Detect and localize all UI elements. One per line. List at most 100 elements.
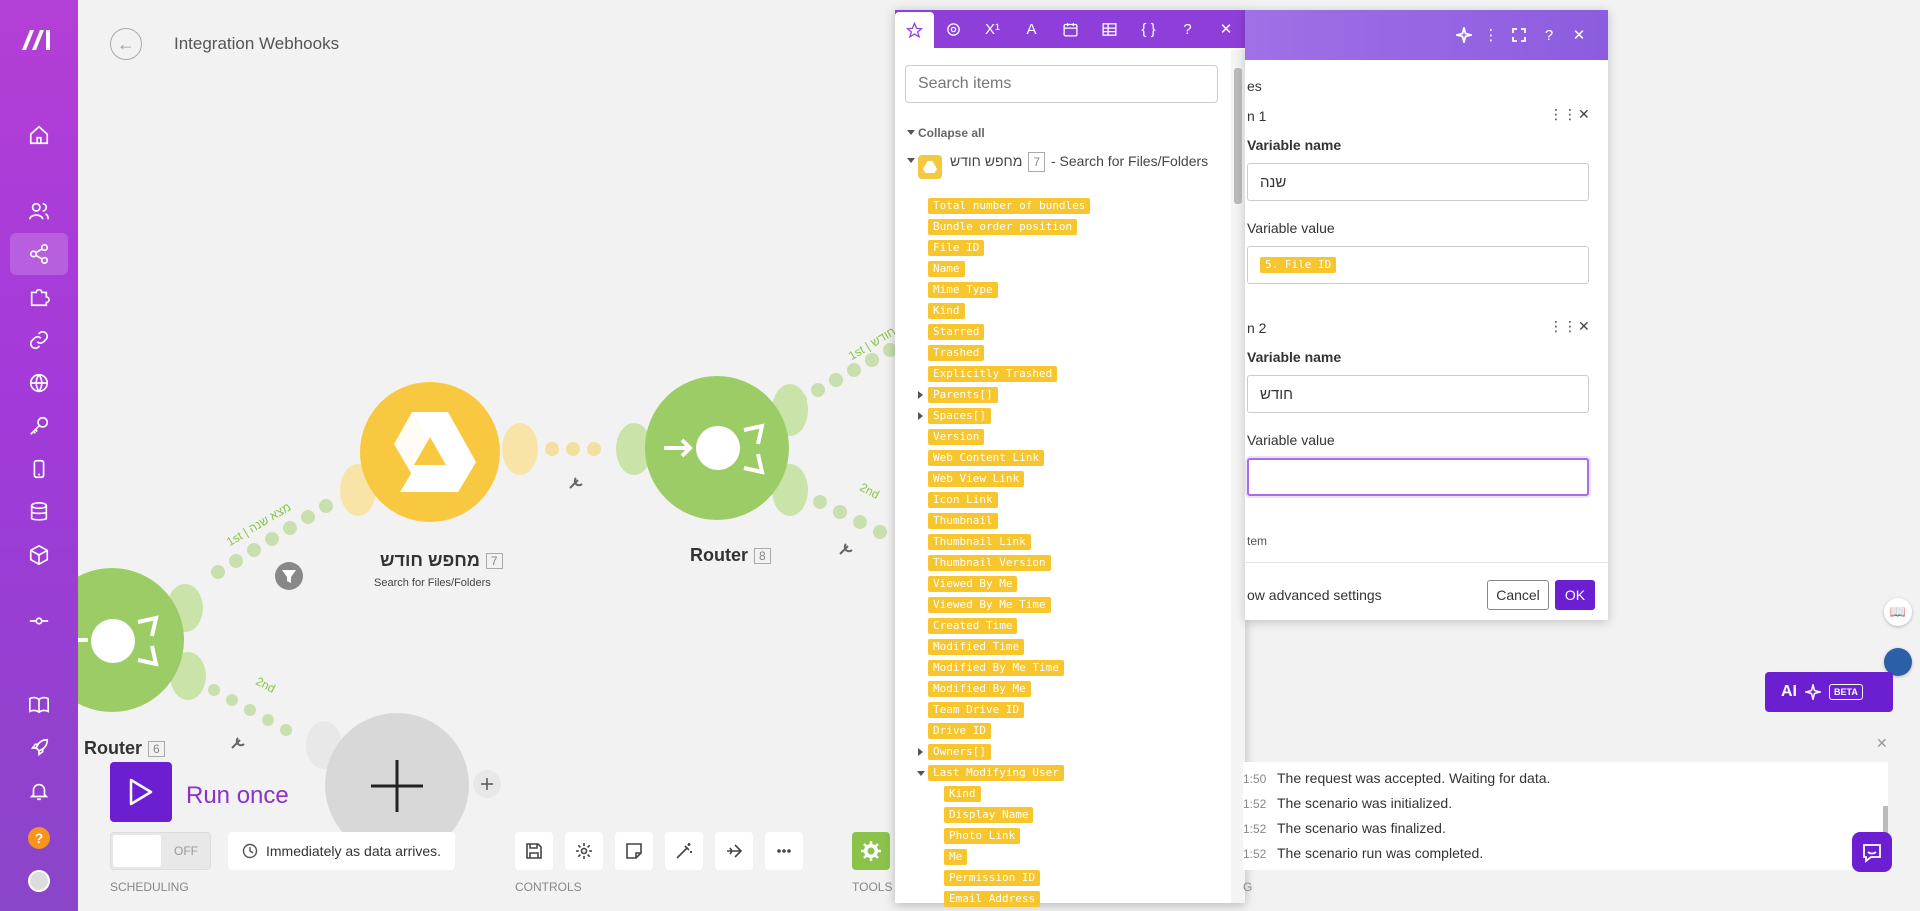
book-icon[interactable]: 📖 <box>1884 598 1912 626</box>
user-avatar[interactable] <box>28 870 50 892</box>
drag-handle-icon[interactable]: ⋮⋮ <box>1549 106 1577 123</box>
mapping-item-chip[interactable]: Last Modifying User <box>928 765 1064 781</box>
calendar-icon[interactable] <box>1051 10 1090 48</box>
text-icon[interactable]: A <box>1012 10 1051 48</box>
help-icon[interactable]: ? <box>1539 25 1559 45</box>
collapse-caret-icon[interactable] <box>917 771 925 776</box>
key-icon[interactable] <box>10 405 68 447</box>
variable-name-input-2[interactable]: חודש <box>1247 375 1589 413</box>
collapse-caret-icon[interactable] <box>907 130 915 135</box>
mapping-item-chip[interactable]: Modified By Me <box>928 681 1031 697</box>
mapping-item-chip[interactable]: Web Content Link <box>928 450 1044 466</box>
mapping-item-chip[interactable]: Thumbnail <box>928 513 998 529</box>
variable-value-input-1[interactable]: 5. File ID <box>1247 246 1589 284</box>
mapping-item-chip[interactable]: Thumbnail Version <box>928 555 1051 571</box>
mapping-item-chip[interactable]: Total number of bundles <box>928 198 1091 214</box>
mapping-item-chip[interactable]: Kind <box>928 303 965 319</box>
mapping-item-chip[interactable]: Icon Link <box>928 492 998 508</box>
chat-support-icon[interactable] <box>1852 832 1892 872</box>
expand-caret-icon[interactable] <box>918 412 923 420</box>
note-icon[interactable] <box>615 832 653 870</box>
gear-icon[interactable] <box>934 10 973 48</box>
mapping-item-chip[interactable]: File ID <box>928 240 985 256</box>
run-once-label[interactable]: Run once <box>186 782 289 810</box>
variable-name-input-1[interactable]: שנה <box>1247 163 1589 201</box>
mapping-item-chip[interactable]: Web View Link <box>928 471 1025 487</box>
mapping-item-chip[interactable]: Viewed By Me <box>928 576 1018 592</box>
puzzle-icon[interactable] <box>10 276 68 318</box>
table-icon[interactable] <box>1090 10 1129 48</box>
magic-wand-icon[interactable] <box>665 832 703 870</box>
mapping-item-chip[interactable]: Team Drive ID <box>928 702 1025 718</box>
help-icon[interactable]: ? <box>1168 10 1207 48</box>
home-icon[interactable] <box>10 114 68 156</box>
mobile-icon[interactable] <box>10 448 68 490</box>
module-group[interactable]: מחפש חודש 7- Search for Files/Folders <box>918 152 1218 179</box>
mapping-item-chip[interactable]: Owners[] <box>928 744 991 760</box>
more-icon[interactable] <box>765 832 803 870</box>
remove-item-icon[interactable]: ✕ <box>1578 318 1590 335</box>
mapping-item-chip[interactable]: Modified Time <box>928 639 1025 655</box>
kebab-menu-icon[interactable]: ⋮ <box>1481 25 1501 45</box>
mapping-subitem-chip[interactable]: Permission ID <box>944 870 1041 886</box>
mapping-subitem-chip[interactable]: Email Address <box>944 891 1041 907</box>
close-icon[interactable]: ✕ <box>1569 25 1589 45</box>
expand-caret-icon[interactable] <box>918 391 923 399</box>
scenarios-share-icon[interactable] <box>10 233 68 275</box>
mapping-item-chip[interactable]: Bundle order position <box>928 219 1078 235</box>
cancel-button[interactable]: Cancel <box>1487 580 1549 610</box>
mapping-item-chip[interactable]: Starred <box>928 324 985 340</box>
ok-button[interactable]: OK <box>1555 580 1595 610</box>
mapping-item-chip[interactable]: Explicitly Trashed <box>928 366 1058 382</box>
mapping-item-chip[interactable]: Parents[] <box>928 387 998 403</box>
mapping-item-chip[interactable]: Version <box>928 429 985 445</box>
globe-icon[interactable] <box>10 362 68 404</box>
module-caret-icon[interactable] <box>907 158 915 163</box>
mapping-item-chip[interactable]: Trashed <box>928 345 985 361</box>
mapping-item-chip[interactable]: Drive ID <box>928 723 991 739</box>
schedule-setting[interactable]: Immediately as data arrives. <box>228 832 456 870</box>
variable-value-input-2[interactable] <box>1247 458 1589 496</box>
tools-gear-icon[interactable] <box>852 832 890 870</box>
expand-icon[interactable] <box>1509 25 1529 45</box>
collapse-all-link[interactable]: Collapse all <box>918 126 985 140</box>
save-icon[interactable] <box>515 832 553 870</box>
expand-caret-icon[interactable] <box>918 748 923 756</box>
link-icon[interactable] <box>10 319 68 361</box>
mapping-item-chip[interactable]: Name <box>928 261 965 277</box>
help-icon[interactable]: ? <box>28 827 50 849</box>
remove-item-icon[interactable]: ✕ <box>1578 106 1590 123</box>
add-item-link[interactable]: tem <box>1247 534 1267 548</box>
star-icon[interactable] <box>895 12 934 48</box>
mapping-subitem-chip[interactable]: Kind <box>944 786 981 802</box>
math-superscript-icon[interactable]: X¹ <box>973 10 1012 48</box>
drag-handle-icon[interactable]: ⋮⋮ <box>1549 318 1577 335</box>
close-icon[interactable]: ✕ <box>1876 735 1888 752</box>
book-icon[interactable] <box>10 684 68 726</box>
commit-icon[interactable] <box>10 600 68 642</box>
mapping-subitem-chip[interactable]: Photo Link <box>944 828 1021 844</box>
gear-icon[interactable] <box>565 832 603 870</box>
mapping-item-chip[interactable]: Thumbnail Link <box>928 534 1031 550</box>
mapping-subitem-chip[interactable]: Me <box>944 849 968 865</box>
airplane-icon[interactable] <box>715 832 753 870</box>
users-icon[interactable] <box>10 190 68 232</box>
search-input[interactable] <box>905 65 1218 103</box>
advanced-settings-toggle[interactable]: ow advanced settings <box>1247 587 1382 603</box>
mapping-item-chip[interactable]: Mime Type <box>928 282 998 298</box>
make-logo[interactable] <box>20 26 58 52</box>
database-icon[interactable] <box>10 491 68 533</box>
mapped-value-chip[interactable]: 5. File ID <box>1260 257 1337 273</box>
mapping-item-chip[interactable]: Created Time <box>928 618 1018 634</box>
mapping-subitem-chip[interactable]: Display Name <box>944 807 1034 823</box>
mapping-item-chip[interactable]: Modified By Me Time <box>928 660 1064 676</box>
box-icon[interactable] <box>10 534 68 576</box>
run-once-button[interactable] <box>110 762 172 822</box>
ai-assistant-button[interactable]: AI BETA <box>1765 672 1893 712</box>
mapping-item-chip[interactable]: Viewed By Me Time <box>928 597 1051 613</box>
ai-sparkle-icon[interactable] <box>1454 25 1474 45</box>
rocket-icon[interactable] <box>10 727 68 769</box>
mapping-item-chip[interactable]: Spaces[] <box>928 408 991 424</box>
scheduling-toggle[interactable]: OFF <box>110 832 211 870</box>
bell-icon[interactable] <box>10 770 68 812</box>
